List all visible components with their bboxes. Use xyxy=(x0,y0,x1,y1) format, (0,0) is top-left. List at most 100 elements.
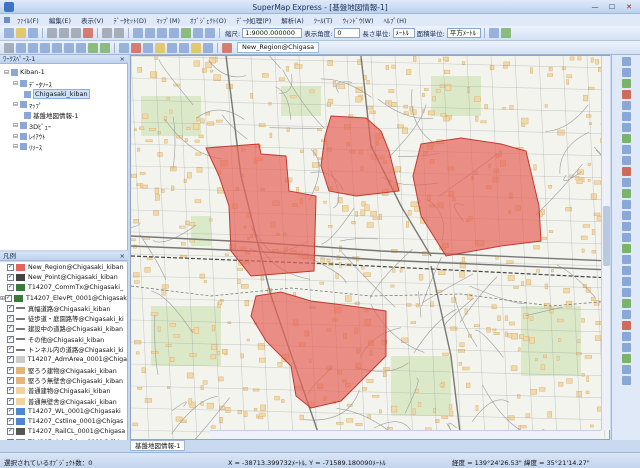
scene-icon[interactable] xyxy=(193,28,203,38)
visibility-checkbox[interactable] xyxy=(7,345,14,354)
pan-icon[interactable] xyxy=(16,42,26,53)
redo-icon[interactable] xyxy=(114,28,124,38)
full-extent-icon[interactable] xyxy=(64,42,74,53)
visibility-checkbox[interactable] xyxy=(5,294,13,302)
zoom-in-icon[interactable] xyxy=(28,42,38,53)
area-unit-select[interactable]: 平方ﾒｰﾄﾙ xyxy=(446,28,481,38)
visibility-checkbox[interactable] xyxy=(7,397,14,405)
label-icon[interactable] xyxy=(155,42,165,53)
edit-tool-icon[interactable] xyxy=(621,211,631,220)
menu-item-10[interactable]: ﾍﾙﾌﾟ(H) xyxy=(379,15,412,25)
angle-input[interactable]: 0 xyxy=(334,28,361,38)
save-icon[interactable] xyxy=(28,28,38,38)
scroll-thumb[interactable] xyxy=(603,206,610,266)
visibility-checkbox[interactable] xyxy=(7,283,14,292)
legend-item[interactable]: 真幅道路@Chigasaki_kiban xyxy=(0,303,127,313)
new-icon[interactable] xyxy=(4,28,14,38)
menu-item-9[interactable]: ｳｨﾝﾄﾞｳ(W) xyxy=(338,15,379,25)
zoom-out-icon[interactable] xyxy=(40,42,50,53)
close-icon[interactable]: ✕ xyxy=(622,2,636,12)
edit-tool-icon[interactable] xyxy=(621,112,631,121)
edit-tool-icon[interactable] xyxy=(621,123,631,132)
menu-item-3[interactable]: ﾃﾞｰﾀｾｯﾄ(D) xyxy=(109,15,152,25)
visibility-checkbox[interactable] xyxy=(7,427,14,436)
workspace-item-6[interactable]: ⊟ ﾚｲｱｳﾄ xyxy=(13,131,45,141)
select-icon[interactable] xyxy=(4,42,14,53)
edit-tool-icon[interactable] xyxy=(621,101,631,110)
pencil-icon[interactable] xyxy=(191,42,201,53)
layout-icon[interactable] xyxy=(157,28,167,38)
expand-icon[interactable]: ⊟ xyxy=(13,101,18,108)
visibility-checkbox[interactable] xyxy=(6,355,14,364)
menu-item-2[interactable]: 表示(V) xyxy=(76,15,109,25)
map-canvas[interactable] xyxy=(131,56,610,440)
edit-tool-icon[interactable] xyxy=(621,79,631,88)
edit-tool-icon[interactable] xyxy=(621,255,631,264)
expand-icon[interactable]: ⊟ xyxy=(13,133,18,140)
length-unit-select[interactable]: ﾒｰﾄﾙ xyxy=(392,28,415,38)
close-icon[interactable]: × xyxy=(120,55,125,64)
edit-tool-icon[interactable] xyxy=(621,288,631,297)
edit-tool-icon[interactable] xyxy=(621,178,631,187)
legend-item[interactable]: トンネル内の道路@Chigasaki_ki xyxy=(0,344,127,354)
menu-item-6[interactable]: ﾃﾞｰﾀ処理(P) xyxy=(231,15,276,25)
clear-selection-icon[interactable] xyxy=(131,42,141,53)
edit-tool-icon[interactable] xyxy=(621,134,631,143)
legend-item[interactable]: T14207_CommTx@Chigasaki_ xyxy=(0,283,127,293)
edit-tool-icon[interactable] xyxy=(621,299,631,308)
delete-icon[interactable] xyxy=(83,28,93,38)
expand-icon[interactable]: ⊟ xyxy=(13,143,18,150)
identify-icon[interactable] xyxy=(119,42,129,53)
visibility-checkbox[interactable] xyxy=(7,386,14,395)
edit-tool-icon[interactable] xyxy=(621,156,631,165)
menu-item-0[interactable]: ﾌｧｲﾙ(F) xyxy=(12,15,44,25)
legend-item[interactable]: T14207_WL_0001@Chigasaki xyxy=(0,406,127,416)
workspace-item-5[interactable]: ⊟ 3Dﾋﾞｭｰ xyxy=(13,121,51,131)
visibility-checkbox[interactable] xyxy=(7,263,14,271)
current-layer-tab[interactable]: New_Region@Chigasa xyxy=(237,42,320,53)
maximize-icon[interactable]: ☐ xyxy=(605,2,619,12)
edit-tool-icon[interactable] xyxy=(621,145,631,154)
expand-icon[interactable]: ⊟ xyxy=(13,80,18,87)
legend-item[interactable]: New_Region@Chigasaki_kiban xyxy=(0,262,127,272)
visibility-checkbox[interactable] xyxy=(7,335,14,343)
visibility-checkbox[interactable] xyxy=(7,376,14,384)
edit-tool-icon[interactable] xyxy=(621,167,631,176)
overlay-icon[interactable] xyxy=(179,42,189,53)
edit-tool-icon[interactable] xyxy=(621,222,631,231)
edit-tool-icon[interactable] xyxy=(621,90,631,99)
theme-icon[interactable] xyxy=(167,42,177,53)
legend-item[interactable]: T14207_AdmBdry_0001@Chig xyxy=(0,437,127,440)
menu-item-4[interactable]: ﾏｯﾌﾟ(M) xyxy=(151,15,185,25)
edit-tool-icon[interactable] xyxy=(621,189,631,198)
workspace-item-7[interactable]: ⊟ ﾘｿｰｽ xyxy=(13,142,42,152)
edit-tool-icon[interactable] xyxy=(621,343,631,352)
edit-tool-icon[interactable] xyxy=(621,68,631,77)
table-icon[interactable] xyxy=(145,28,155,38)
visibility-checkbox[interactable] xyxy=(7,417,14,426)
edit-tool-icon[interactable] xyxy=(621,266,631,275)
legend-item[interactable]: 徒歩道・庭園路等@Chigasaki_ki xyxy=(0,313,127,323)
edit-tool-icon[interactable] xyxy=(621,244,631,253)
copy-icon[interactable] xyxy=(59,28,69,38)
minimize-icon[interactable]: — xyxy=(588,2,602,12)
edit-tool-icon[interactable] xyxy=(621,233,631,242)
open-icon[interactable] xyxy=(16,28,26,38)
legend-item[interactable]: 普通無壁舎@Chigasaki_kiban xyxy=(0,396,127,406)
edit-tool-icon[interactable] xyxy=(621,277,631,286)
edit-tool-icon[interactable] xyxy=(621,321,631,330)
menu-item-1[interactable]: 編集(E) xyxy=(44,15,76,25)
workspace-item-4[interactable]: 基盤地図情報-1 xyxy=(22,110,78,120)
expand-icon[interactable]: ⊟ xyxy=(4,69,9,76)
legend-item[interactable]: T14207_AdmArea_0001@Chiga xyxy=(0,355,127,365)
workspace-item-3[interactable]: ⊟ ﾏｯﾌﾟ xyxy=(13,100,42,110)
legend-item[interactable]: New_Point@Chigasaki_kiban xyxy=(0,272,127,282)
measure-area-icon[interactable] xyxy=(500,28,511,38)
horizontal-scrollbar[interactable] xyxy=(210,430,601,439)
layer-icon[interactable] xyxy=(133,28,143,38)
visibility-checkbox[interactable] xyxy=(7,438,14,440)
edit-icon[interactable] xyxy=(203,42,213,53)
measure-icon[interactable] xyxy=(488,28,499,38)
find-icon[interactable] xyxy=(143,42,153,53)
close-icon[interactable]: × xyxy=(120,252,125,261)
